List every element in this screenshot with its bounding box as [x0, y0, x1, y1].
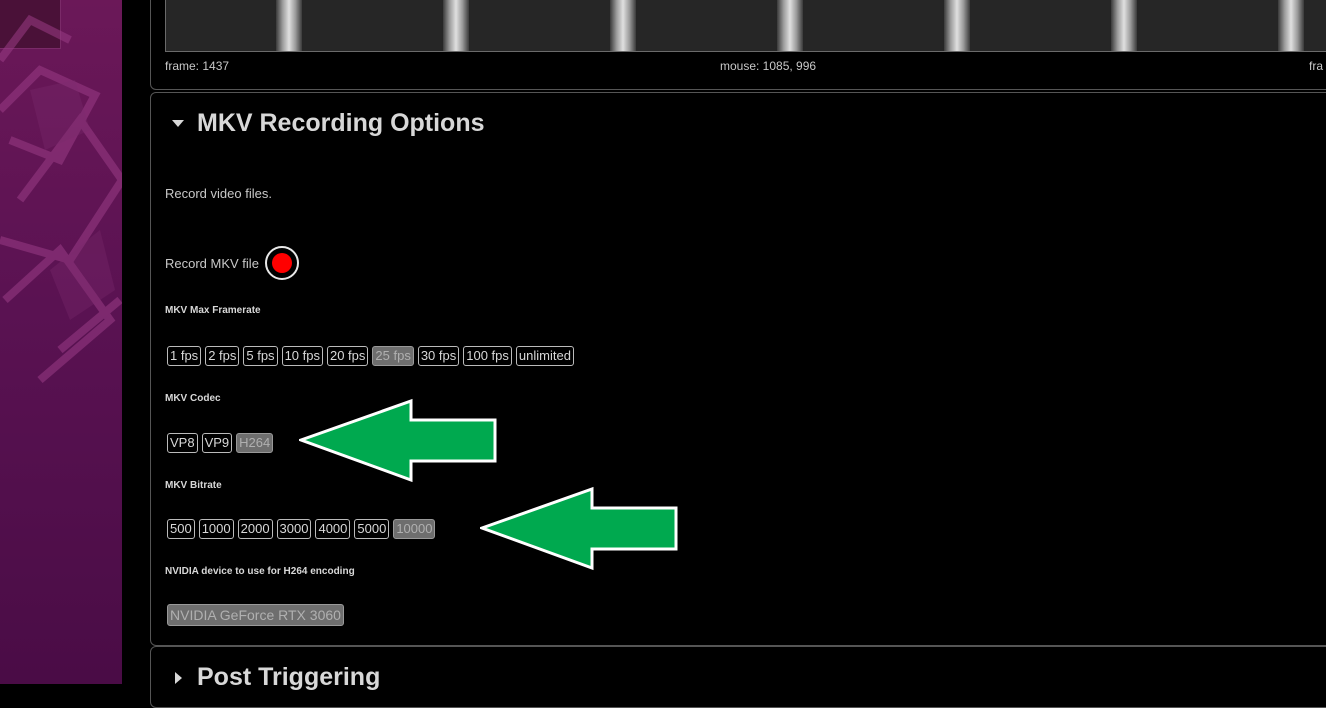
framerate-option[interactable]: 2 fps: [205, 346, 240, 366]
mkv-recording-options-section: MKV Recording Options Record video files…: [150, 92, 1326, 646]
bitrate-option[interactable]: 2000: [237, 519, 273, 539]
sidebar-background: [0, 0, 122, 684]
post-triggering-section: Post Triggering: [150, 646, 1326, 708]
nvidia-option[interactable]: NVIDIA GeForce RTX 3060: [167, 604, 344, 626]
camera-view[interactable]: [165, 0, 1326, 52]
section-title[interactable]: Post Triggering: [197, 663, 380, 692]
framerate-option[interactable]: 30 fps: [417, 346, 460, 366]
framerate-label: MKV Max Framerate: [165, 305, 261, 316]
triangle-down-icon[interactable]: [172, 120, 184, 127]
codec-option[interactable]: H264: [236, 433, 274, 453]
fiber-stripe: [777, 0, 803, 51]
fiber-stripe: [610, 0, 636, 51]
mouse-coordinates: mouse: 1085, 996: [720, 59, 817, 73]
framerate-option[interactable]: unlimited: [515, 346, 574, 366]
frame-counter: frame: 1437: [165, 59, 230, 73]
record-mkv-label: Record MKV file: [165, 255, 259, 271]
framerate-option[interactable]: 25 fps: [372, 346, 414, 366]
bitrate-option[interactable]: 1000: [198, 519, 234, 539]
framerate-option[interactable]: 10 fps: [281, 346, 323, 366]
sidebar-pattern: [0, 14, 122, 384]
record-dot-icon: [271, 253, 292, 273]
bitrate-option[interactable]: 5000: [354, 519, 390, 539]
nvidia-device-label: NVIDIA device to use for H264 encoding: [165, 566, 355, 577]
codec-label: MKV Codec: [165, 393, 221, 404]
section-description: Record video files.: [165, 186, 272, 201]
codec-option[interactable]: VP9: [201, 433, 233, 453]
framerate-option[interactable]: 5 fps: [243, 346, 278, 366]
green-arrow-icon: [299, 398, 497, 483]
fiber-stripe: [1111, 0, 1137, 51]
triangle-right-icon[interactable]: [175, 672, 182, 684]
framerate-option[interactable]: 100 fps: [463, 346, 512, 366]
fiber-stripe: [443, 0, 469, 51]
record-mkv-button[interactable]: [264, 246, 299, 280]
frame-rate-label: fra: [1309, 59, 1324, 73]
codec-options: VP8 VP9 H264: [167, 433, 274, 453]
green-arrow-icon: [480, 486, 678, 571]
framerate-options: 1 fps 2 fps 5 fps 10 fps 20 fps 25 fps 30 fps 1…: [167, 346, 574, 366]
bitrate-option[interactable]: 4000: [315, 519, 351, 539]
section-title[interactable]: MKV Recording Options: [197, 109, 485, 138]
bitrate-option[interactable]: 10000: [393, 519, 436, 539]
main-content: frame: 1437 mouse: 1085, 996 fra MKV Rec…: [122, 0, 1326, 708]
nvidia-device-options: NVIDIA GeForce RTX 3060: [167, 604, 344, 626]
framerate-option[interactable]: 1 fps: [167, 346, 202, 366]
bitrate-option[interactable]: 3000: [276, 519, 312, 539]
fiber-stripe: [276, 0, 302, 51]
bitrate-label: MKV Bitrate: [165, 480, 222, 491]
record-mkv-row: Record MKV file: [165, 243, 299, 283]
bitrate-options: 500 1000 2000 3000 4000 5000 10000: [167, 519, 436, 539]
bitrate-option[interactable]: 500: [167, 519, 195, 539]
codec-option[interactable]: VP8: [167, 433, 198, 453]
framerate-option[interactable]: 20 fps: [326, 346, 369, 366]
fiber-stripe: [1278, 0, 1304, 51]
camera-panel: frame: 1437 mouse: 1085, 996 fra: [150, 0, 1326, 90]
fiber-stripe: [944, 0, 970, 51]
